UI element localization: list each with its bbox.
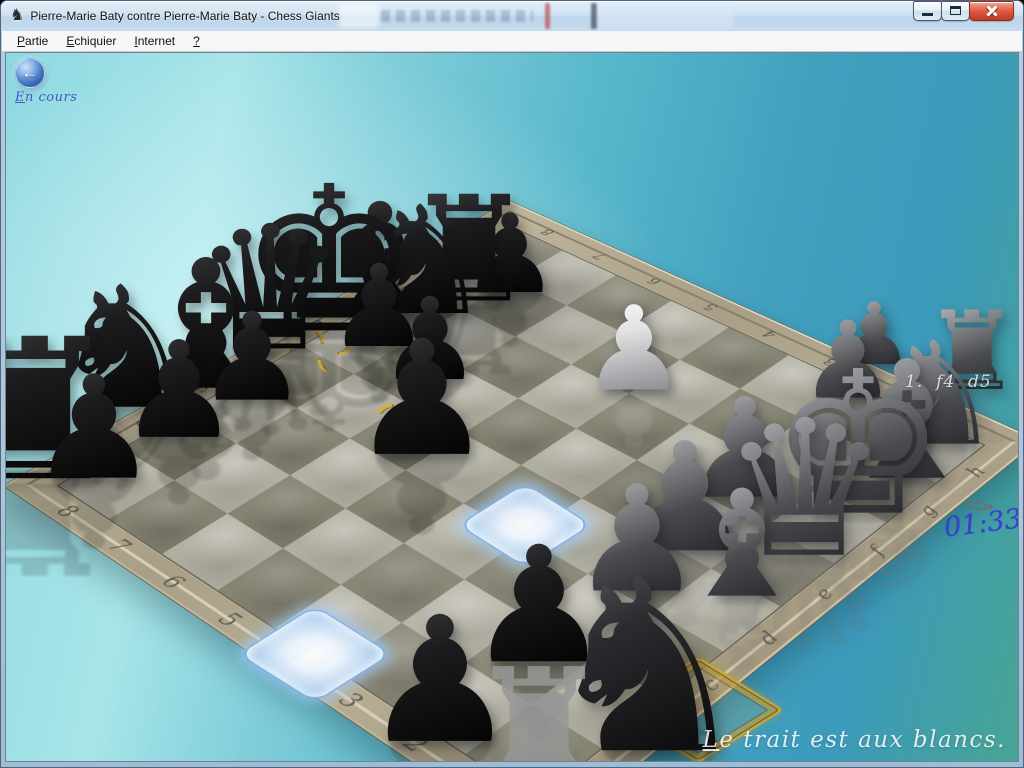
titlebar-reflection [598, 3, 734, 29]
window-title: Pierre-Marie Baty contre Pierre-Marie Ba… [30, 9, 339, 23]
app-window: ♞ Pierre-Marie Baty contre Pierre-Marie … [0, 0, 1024, 768]
move-list: 1. f4 d5 [905, 372, 992, 392]
minimize-icon [922, 13, 933, 16]
menu-item-internet[interactable]: Internet [125, 31, 184, 51]
menu-item-partie[interactable]: Partie [8, 31, 57, 51]
chess-piece-ghost-rook: ♜ [465, 648, 612, 762]
back-arrow-icon: ← [22, 64, 39, 81]
minimize-button[interactable] [913, 1, 942, 21]
close-button[interactable] [969, 1, 1014, 21]
menu-item-echiquier[interactable]: Echiquier [57, 31, 125, 51]
menu-item-aide[interactable]: ? [184, 31, 209, 51]
game-status-link: En cours [15, 90, 77, 105]
menu-bar: PartieEchiquierInternet? [2, 31, 1022, 52]
titlebar[interactable]: ♞ Pierre-Marie Baty contre Pierre-Marie … [1, 1, 1023, 31]
chess-piece-pawn[interactable]: ♟ [351, 320, 494, 479]
chess-piece-pawn[interactable]: ♟ [30, 357, 158, 500]
titlebar-reflection [339, 4, 379, 28]
maximize-button[interactable] [941, 1, 970, 21]
titlebar-reflection [545, 3, 550, 29]
back-button[interactable]: ← [15, 58, 45, 88]
maximize-icon [950, 6, 961, 15]
pieces-layer: ♜♜♟♟♞♞♟♟♝♝♟♟♛♛♚♚♟♟♝♝♞♞♟♟♜♜♟♟♟♟♟♟♟♟♞♞♟♟♟♟… [6, 53, 1018, 761]
chess-piece-pawn[interactable]: ♟ [582, 290, 687, 407]
turn-status: Le trait est aux blancs. [703, 727, 1006, 753]
titlebar-reflection [591, 3, 597, 29]
game-viewport: 88hh77gg66ff55ee44dd33cc22bb11aa ♜♜♟♟♞♞♟… [5, 52, 1019, 762]
titlebar-reflection [381, 10, 533, 22]
window-controls [914, 1, 1014, 21]
app-icon-knight: ♞ [10, 8, 24, 24]
